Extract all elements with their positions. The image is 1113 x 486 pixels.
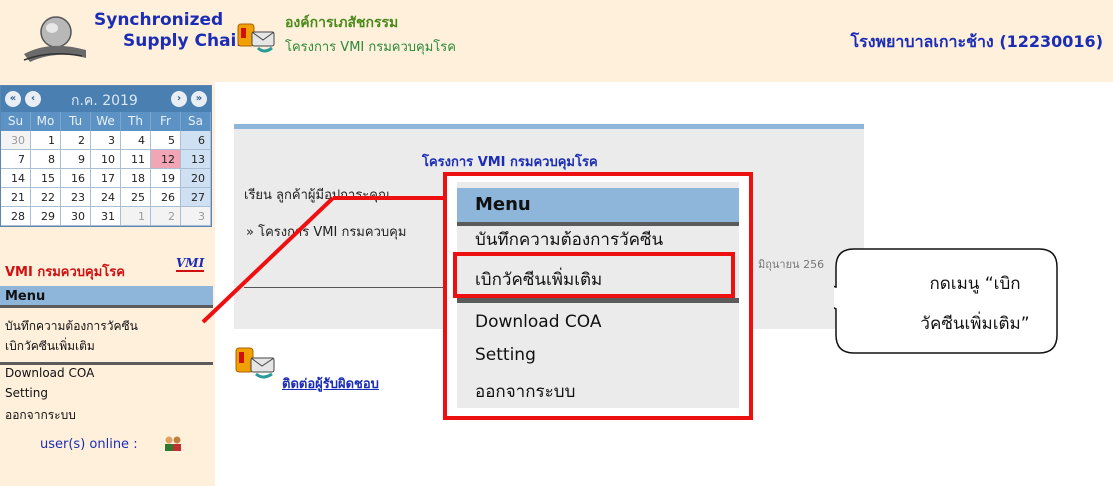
zoomed-item-download-coa[interactable]: Download COA (475, 312, 602, 332)
zoomed-item-logout[interactable]: ออกจากระบบ (475, 378, 575, 405)
zoomed-menu-divider (457, 298, 739, 303)
panel-project-link[interactable]: » โครงการ VMI กรมควบคุม (246, 221, 406, 242)
panel-title: โครงการ VMI กรมควบคุมโรค (422, 155, 598, 170)
supply-chain-logo-icon[interactable] (20, 10, 90, 68)
panel-date: มิถุนายน 256 (758, 258, 825, 271)
calendar-day[interactable]: 29 (31, 207, 61, 226)
zoomed-menu-header: Menu (457, 188, 739, 226)
org-name: องค์การเภสัชกรรม (285, 15, 399, 31)
sidebar-item-record-vaccine-need[interactable]: บันทึกความต้องการวัคซีน (5, 317, 138, 336)
calendar-day[interactable]: 25 (121, 188, 151, 207)
calendar-day[interactable]: 23 (61, 188, 91, 207)
vmi-row: VMI กรมควบคุมโรค VMI (0, 256, 215, 285)
calendar-day[interactable]: 10 (91, 150, 121, 169)
calendar-day[interactable]: 21 (1, 188, 31, 207)
users-online-label: user(s) online : (40, 437, 138, 452)
callout-line1: กดเมนู “เบิก (929, 274, 1021, 294)
header: Synchronized Supply Chain องค์การเภสัชกร… (0, 0, 1113, 82)
calendar-day[interactable]: 30 (61, 207, 91, 226)
sidebar-item-setting[interactable]: Setting (5, 386, 48, 400)
sidebar-item-download-coa[interactable]: Download COA (5, 366, 94, 380)
zoomed-item-setting[interactable]: Setting (475, 345, 536, 365)
calendar-day[interactable]: 16 (61, 169, 91, 188)
calendar-day[interactable]: 14 (1, 169, 31, 188)
calendar-day[interactable]: 12 (151, 150, 181, 169)
calendar-day[interactable]: 1 (121, 207, 151, 226)
calendar-day[interactable]: 8 (31, 150, 61, 169)
vmi-label: VMI กรมควบคุมโรค (5, 265, 125, 280)
calendar-day[interactable]: 2 (151, 207, 181, 226)
contact-link[interactable]: ติดต่อผู้รับผิดชอบ (282, 373, 379, 394)
sidebar-item-logout[interactable]: ออกจากระบบ (5, 406, 76, 425)
page: Synchronized Supply Chain องค์การเภสัชกร… (0, 0, 1113, 486)
sidebar: « ‹ ก.ค. 2019 › » Su Mo Tu We Th Fr Sa 30 1 2 3 4 5 6… (0, 82, 215, 486)
calendar-day[interactable]: 5 (151, 131, 181, 150)
calendar-dow: Tu (61, 112, 91, 131)
calendar-dow: Sa (181, 112, 211, 131)
calendar-dow: Su (1, 112, 31, 131)
calendar-day[interactable]: 19 (151, 169, 181, 188)
vmi-logo: VMI (176, 256, 205, 272)
prev-year-icon[interactable]: « (5, 91, 21, 107)
calendar-day[interactable]: 1 (31, 131, 61, 150)
sidebar-divider (0, 362, 213, 365)
calendar-dow: Fr (151, 112, 181, 131)
calendar-day[interactable]: 3 (91, 131, 121, 150)
next-month-icon[interactable]: › (171, 91, 187, 107)
users-online-icon (165, 436, 181, 451)
zoomed-item-highlight (453, 252, 735, 298)
zoomed-item-record-vaccine-need[interactable]: บันทึกความต้องการวัคซีน (475, 226, 663, 248)
calendar-day[interactable]: 28 (1, 207, 31, 226)
calendar-day[interactable]: 4 (121, 131, 151, 150)
contact-mailbox-icon[interactable] (234, 344, 278, 382)
calendar-day[interactable]: 15 (31, 169, 61, 188)
calendar-day[interactable]: 2 (61, 131, 91, 150)
calendar-day[interactable]: 13 (181, 150, 211, 169)
calendar-month-label: ก.ค. 2019 (71, 93, 138, 109)
calendar-day[interactable]: 26 (151, 188, 181, 207)
panel-divider (244, 287, 444, 288)
calendar-day[interactable]: 9 (61, 150, 91, 169)
calendar-day[interactable]: 11 (121, 150, 151, 169)
brand-name-line1: Synchronized (94, 10, 224, 30)
calendar: « ‹ ก.ค. 2019 › » Su Mo Tu We Th Fr Sa 30 1 2 3 4 5 6… (0, 85, 212, 227)
calendar-day[interactable]: 22 (31, 188, 61, 207)
calendar-day[interactable]: 18 (121, 169, 151, 188)
sidebar-menu-header: Menu (0, 286, 213, 308)
calendar-day[interactable]: 27 (181, 188, 211, 207)
callout-line2: วัคซีนเพิ่มเติม” (920, 314, 1030, 334)
calendar-day[interactable]: 30 (1, 131, 31, 150)
calendar-day[interactable]: 31 (91, 207, 121, 226)
zoomed-menu-callout: Menu บันทึกความต้องการวัคซีน เบิกวัคซีนเ… (443, 172, 753, 420)
hospital-name: โรงพยาบาลเกาะช้าง (12230016) (850, 32, 1104, 51)
calendar-day[interactable]: 17 (91, 169, 121, 188)
zoomed-menu-clipped-row: บันทึกความต้องการวัคซีน (457, 226, 739, 248)
calendar-day[interactable]: 20 (181, 169, 211, 188)
zoomed-menu-title: Menu (475, 194, 531, 215)
brand-name-line2: Supply Chain (123, 31, 249, 51)
next-year-icon[interactable]: » (191, 91, 207, 107)
calendar-dow: Th (121, 112, 151, 131)
calendar-day[interactable]: 3 (181, 207, 211, 226)
calendar-dow: We (91, 112, 121, 131)
panel-greeting: เรียน ลูกค้าผู้มีอุปการะคุณ (244, 188, 391, 203)
speech-bubble (834, 248, 1058, 354)
sidebar-menu-title: Menu (5, 289, 46, 304)
calendar-header: « ‹ ก.ค. 2019 › » (1, 86, 211, 112)
calendar-day[interactable]: 6 (181, 131, 211, 150)
calendar-day[interactable]: 24 (91, 188, 121, 207)
mailbox-icon (237, 23, 275, 53)
sidebar-item-request-extra-vaccine[interactable]: เบิกวัคซีนเพิ่มเติม (5, 337, 95, 356)
org-project: โครงการ VMI กรมควบคุมโรค (285, 40, 456, 55)
calendar-day[interactable]: 7 (1, 150, 31, 169)
prev-month-icon[interactable]: ‹ (25, 91, 41, 107)
calendar-grid: Su Mo Tu We Th Fr Sa 30 1 2 3 4 5 6 7 8 9 10 11 12 13 14 15 16 1… (1, 112, 211, 226)
calendar-dow: Mo (31, 112, 61, 131)
